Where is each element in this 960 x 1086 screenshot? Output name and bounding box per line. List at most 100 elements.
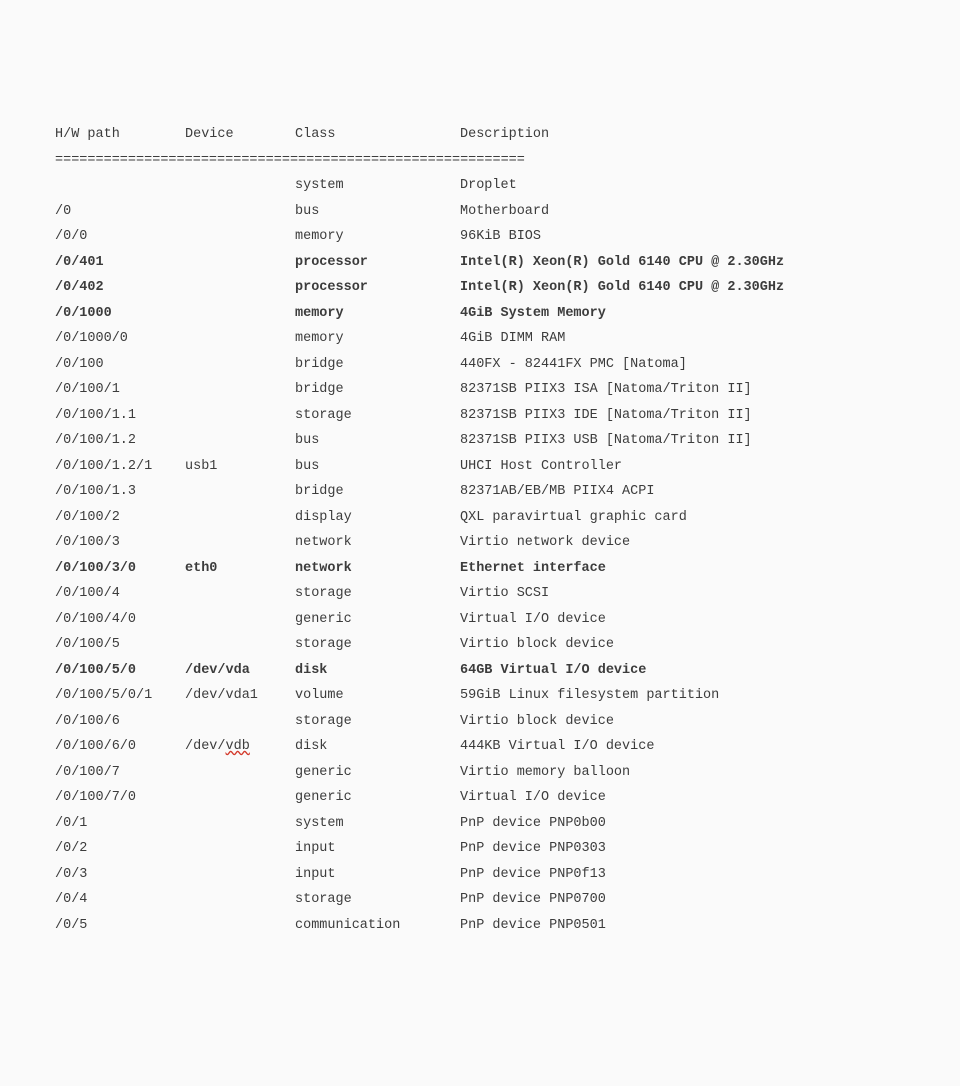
cell-device [185, 275, 295, 301]
cell-device [185, 811, 295, 837]
cell-path: /0/100/1.2 [55, 428, 185, 454]
cell-desc: Droplet [460, 173, 905, 199]
cell-desc: Virtio memory balloon [460, 760, 905, 786]
cell-device: eth0 [185, 556, 295, 582]
table-row: /0busMotherboard [55, 199, 905, 225]
cell-class: bridge [295, 377, 460, 403]
cell-path: /0/401 [55, 250, 185, 276]
cell-class: memory [295, 301, 460, 327]
cell-path: /0/1 [55, 811, 185, 837]
cell-class: network [295, 530, 460, 556]
cell-path: /0/100/7/0 [55, 785, 185, 811]
cell-class: network [295, 556, 460, 582]
cell-class: volume [295, 683, 460, 709]
table-row: /0/3inputPnP device PNP0f13 [55, 862, 905, 888]
cell-desc: 4GiB DIMM RAM [460, 326, 905, 352]
cell-path: /0/100/5/0 [55, 658, 185, 684]
cell-desc: Virtio network device [460, 530, 905, 556]
cell-desc: Virtio block device [460, 709, 905, 735]
cell-class: memory [295, 224, 460, 250]
cell-path: /0/100/6/0 [55, 734, 185, 760]
cell-class: storage [295, 581, 460, 607]
cell-class: system [295, 811, 460, 837]
cell-device [185, 760, 295, 786]
cell-class: generic [295, 785, 460, 811]
cell-desc: 64GB Virtual I/O device [460, 658, 905, 684]
cell-device: /dev/vda [185, 658, 295, 684]
table-row: /0/100/1.2/1usb1busUHCI Host Controller [55, 454, 905, 480]
cell-path: /0/100/4/0 [55, 607, 185, 633]
cell-class: memory [295, 326, 460, 352]
table-row: /0/100/1.1 storage82371SB PIIX3 IDE [Nato… [55, 403, 905, 429]
table-row: /0/100/3/0eth0networkEthernet interface [55, 556, 905, 582]
table-row: /0/100/4storageVirtio SCSI [55, 581, 905, 607]
table-row: /0/100/7/0 genericVirtual I/O device [55, 785, 905, 811]
cell-desc: 444KB Virtual I/O device [460, 734, 905, 760]
cell-class: bridge [295, 352, 460, 378]
separator: ========================================… [55, 148, 905, 174]
cell-desc: 96KiB BIOS [460, 224, 905, 250]
table-row: /0/100/6/0/dev/vdbdisk444KB Virtual I/O … [55, 734, 905, 760]
cell-path: /0/4 [55, 887, 185, 913]
cell-desc: 59GiB Linux filesystem partition [460, 683, 905, 709]
cell-desc: PnP device PNP0b00 [460, 811, 905, 837]
cell-path: /0/1000 [55, 301, 185, 327]
table-row: /0/100/6storageVirtio block device [55, 709, 905, 735]
col-device: Device [185, 122, 295, 148]
cell-class: bridge [295, 479, 460, 505]
cell-class: generic [295, 607, 460, 633]
table-row: /0/100/4/0genericVirtual I/O device [55, 607, 905, 633]
cell-class: disk [295, 658, 460, 684]
table-row: /0/1000/0 memory4GiB DIMM RAM [55, 326, 905, 352]
cell-desc: 4GiB System Memory [460, 301, 905, 327]
cell-device [185, 632, 295, 658]
cell-device [185, 224, 295, 250]
cell-path: /0/100/7 [55, 760, 185, 786]
cell-path: /0 [55, 199, 185, 225]
cell-desc: 440FX - 82441FX PMC [Natoma] [460, 352, 905, 378]
cell-path: /0/100/3 [55, 530, 185, 556]
cell-desc: Motherboard [460, 199, 905, 225]
cell-desc: 82371SB PIIX3 IDE [Natoma/Triton II] [460, 403, 905, 429]
cell-path [55, 173, 185, 199]
cell-desc: Intel(R) Xeon(R) Gold 6140 CPU @ 2.30GHz [460, 275, 905, 301]
cell-desc: Virtual I/O device [460, 785, 905, 811]
table-row: /0/100/7genericVirtio memory balloon [55, 760, 905, 786]
cell-desc: PnP device PNP0f13 [460, 862, 905, 888]
col-class: Class [295, 122, 460, 148]
cell-path: /0/100/1 [55, 377, 185, 403]
cell-device [185, 428, 295, 454]
col-path: H/W path [55, 122, 185, 148]
cell-device [185, 377, 295, 403]
cell-class: storage [295, 709, 460, 735]
cell-path: /0/100/1.3 [55, 479, 185, 505]
table-row: /0/100/5storageVirtio block device [55, 632, 905, 658]
table-row: /0/100/5/0/1/dev/vda1volume59GiB Linux f… [55, 683, 905, 709]
cell-device [185, 250, 295, 276]
table-header: H/W pathDeviceClassDescription [55, 122, 905, 148]
table-row: /0/100bridge440FX - 82441FX PMC [Natoma] [55, 352, 905, 378]
cell-path: /0/100/3/0 [55, 556, 185, 582]
table-row: /0/4storagePnP device PNP0700 [55, 887, 905, 913]
table-row: /0/401processorIntel(R) Xeon(R) Gold 614… [55, 250, 905, 276]
cell-desc: PnP device PNP0303 [460, 836, 905, 862]
cell-path: /0/1000/0 [55, 326, 185, 352]
cell-path: /0/402 [55, 275, 185, 301]
table-row: /0/402 processorIntel(R) Xeon(R) Gold 614… [55, 275, 905, 301]
cell-desc: Ethernet interface [460, 556, 905, 582]
cell-path: /0/100/1.1 [55, 403, 185, 429]
cell-class: input [295, 836, 460, 862]
cell-class: bus [295, 428, 460, 454]
cell-desc: Virtio SCSI [460, 581, 905, 607]
cell-class: storage [295, 403, 460, 429]
table-row: /0/100/1.2 bus82371SB PIIX3 USB [Natoma/T… [55, 428, 905, 454]
cell-device [185, 862, 295, 888]
cell-class: processor [295, 275, 460, 301]
col-desc: Description [460, 122, 905, 148]
cell-desc: 82371SB PIIX3 USB [Natoma/Triton II] [460, 428, 905, 454]
lshw-output: H/W pathDeviceClassDescription==========… [55, 122, 905, 938]
table-row: /0/100/2displayQXL paravirtual graphic c… [55, 505, 905, 531]
cell-class: communication [295, 913, 460, 939]
cell-path: /0/3 [55, 862, 185, 888]
cell-desc: Virtio block device [460, 632, 905, 658]
